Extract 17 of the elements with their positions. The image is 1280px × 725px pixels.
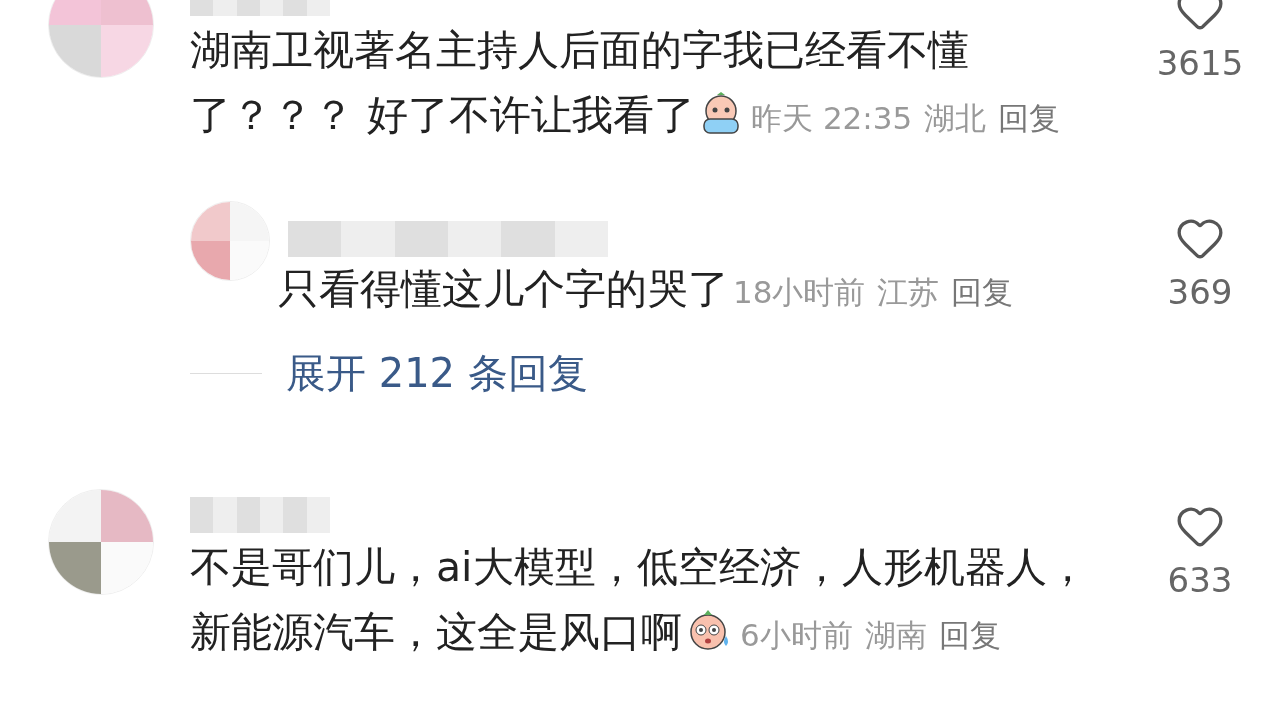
like-count: 3615 bbox=[1156, 42, 1244, 85]
reply-button[interactable]: 回复 bbox=[951, 260, 1014, 325]
reply-text: 只看得懂这儿个字的哭了 18小时前 江苏 回复 bbox=[278, 257, 1140, 325]
like-count: 369 bbox=[1167, 271, 1233, 314]
blurred-avatar[interactable] bbox=[48, 489, 154, 595]
comment-text: 不是哥们儿，ai大模型，低空经济，人形机器人，新能源汽车，这全是风口啊 6小时前 湖南 回复 bbox=[190, 535, 1115, 668]
comment-location: 湖北 bbox=[924, 100, 987, 136]
comment-location: 江苏 bbox=[877, 274, 940, 310]
comment-time: 6小时前 bbox=[740, 617, 853, 653]
comment-location: 湖南 bbox=[864, 617, 927, 653]
comment-time: 昨天 22:35 bbox=[751, 100, 913, 136]
like-count: 633 bbox=[1167, 559, 1233, 602]
expand-replies-link[interactable]: 展开 212 条回复 bbox=[286, 343, 588, 403]
reply-button[interactable]: 回复 bbox=[938, 603, 1001, 668]
comment-text: 湖南卫视著名主持人后面的字我已经看不懂了？？？ 好了不许让我看了 昨天 22:35 湖北 回复 bbox=[190, 18, 1115, 151]
reply-button[interactable]: 回复 bbox=[998, 86, 1061, 151]
comment-time: 18小时前 bbox=[733, 274, 866, 310]
